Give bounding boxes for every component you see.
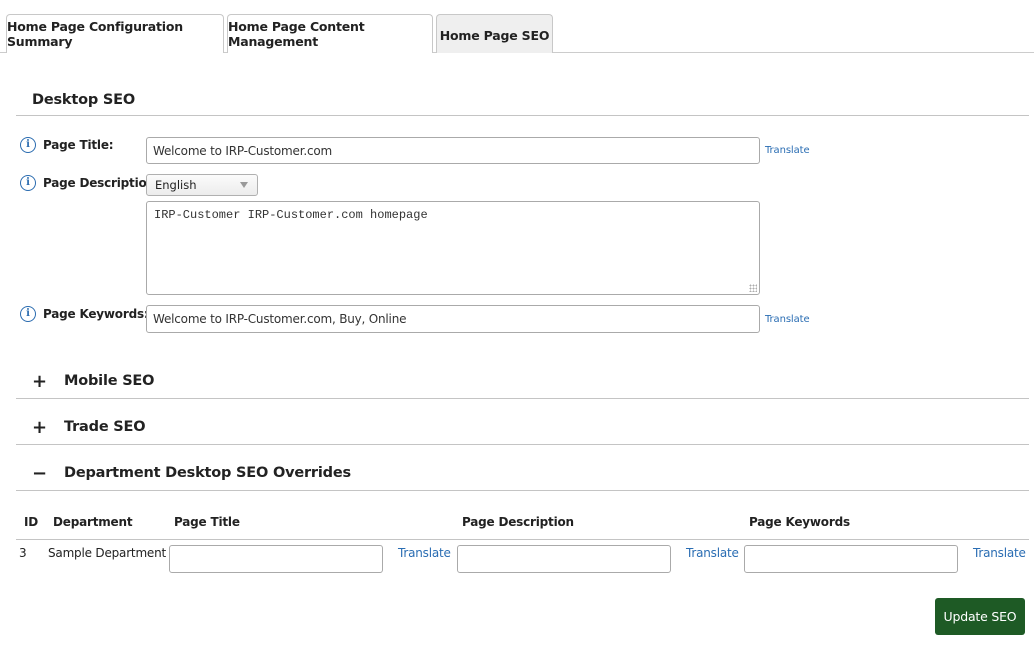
mobile-seo-title: Mobile SEO [64, 373, 155, 389]
page-keywords-input[interactable]: Welcome to IRP-Customer.com, Buy, Online [146, 305, 760, 333]
column-header-page-keywords: Page Keywords [749, 515, 850, 529]
expand-plus-icon[interactable]: + [32, 371, 47, 392]
page-title-input[interactable]: Welcome to IRP-Customer.com [146, 137, 760, 164]
tab-bar: Home Page Configuration Summary Home Pag… [0, 14, 1034, 53]
tab-configuration-summary[interactable]: Home Page Configuration Summary [6, 14, 224, 53]
column-header-id: ID [24, 515, 39, 529]
language-select-value: English [155, 178, 197, 192]
column-header-page-description: Page Description [462, 515, 574, 529]
page-keywords-translate-link[interactable]: Translate [765, 314, 810, 325]
column-header-department: Department [53, 515, 133, 529]
department-page-keywords-input[interactable] [744, 545, 958, 573]
update-seo-button[interactable]: Update SEO [935, 598, 1025, 635]
department-seo-overrides-title: Department Desktop SEO Overrides [64, 465, 351, 481]
page-description-textarea[interactable]: IRP-Customer IRP-Customer.com homepage [146, 201, 760, 295]
language-select[interactable]: English [146, 174, 258, 196]
resize-handle-icon[interactable] [749, 284, 757, 292]
department-page-description-input[interactable] [457, 545, 671, 573]
department-id: 3 [19, 546, 27, 560]
expand-plus-icon[interactable]: + [32, 417, 47, 438]
page-title-label: Page Title: [43, 138, 114, 152]
info-icon[interactable]: i [20, 306, 36, 322]
tab-seo[interactable]: Home Page SEO [436, 14, 553, 53]
info-icon[interactable]: i [20, 137, 36, 153]
department-page-keywords-translate-link[interactable]: Translate [973, 546, 1026, 560]
department-seo-overrides-header[interactable]: − Department Desktop SEO Overrides [16, 463, 1029, 491]
department-page-title-translate-link[interactable]: Translate [398, 546, 451, 560]
mobile-seo-header[interactable]: + Mobile SEO [16, 371, 1029, 399]
page-description-value: IRP-Customer IRP-Customer.com homepage [154, 208, 428, 222]
info-icon[interactable]: i [20, 175, 36, 191]
desktop-seo-title: Desktop SEO [32, 92, 135, 108]
desktop-seo-header: Desktop SEO [16, 90, 1029, 116]
collapse-minus-icon[interactable]: − [32, 463, 47, 484]
chevron-down-icon [240, 182, 248, 188]
trade-seo-header[interactable]: + Trade SEO [16, 417, 1029, 445]
department-name: Sample Department [48, 546, 167, 560]
page-title-translate-link[interactable]: Translate [765, 145, 810, 156]
column-header-page-title: Page Title [174, 515, 240, 529]
department-page-description-translate-link[interactable]: Translate [686, 546, 739, 560]
page-description-label: Page Description: [43, 176, 160, 190]
page-keywords-label: Page Keywords: [43, 307, 149, 321]
tab-content-management[interactable]: Home Page Content Management [227, 14, 433, 53]
table-divider [16, 539, 1029, 540]
trade-seo-title: Trade SEO [64, 419, 146, 435]
department-page-title-input[interactable] [169, 545, 383, 573]
